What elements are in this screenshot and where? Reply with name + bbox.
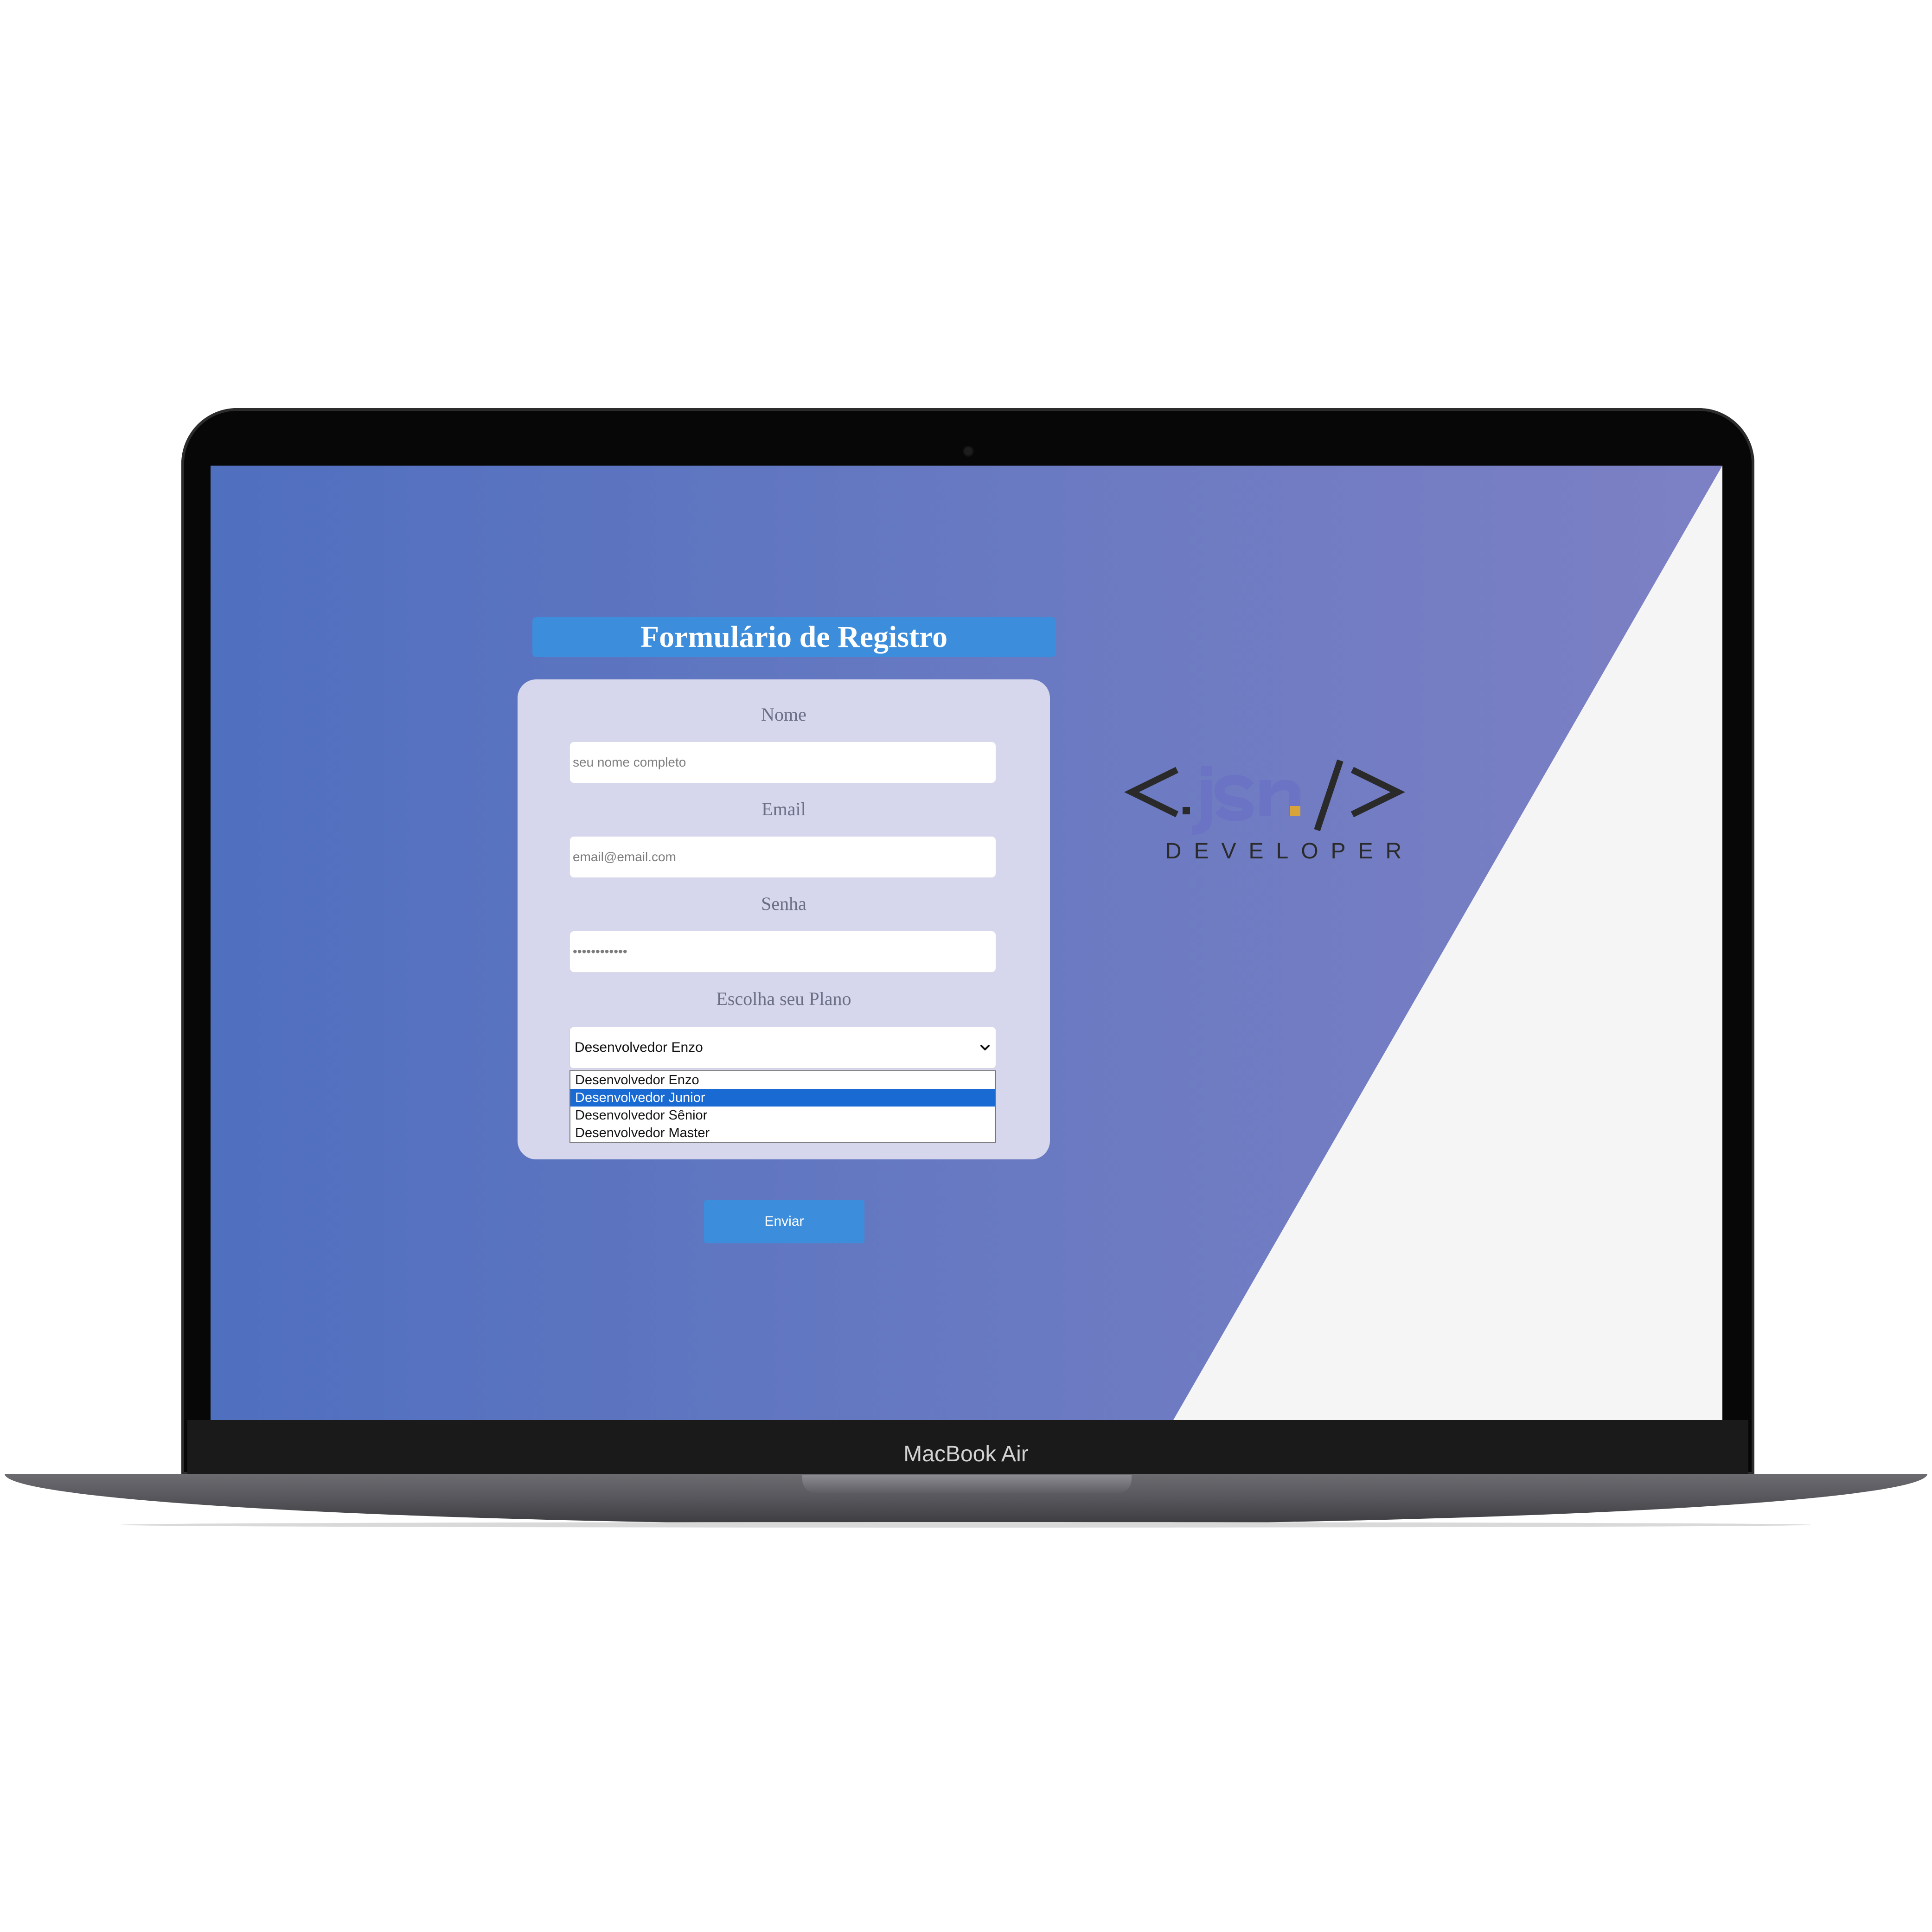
- password-input[interactable]: [569, 931, 996, 972]
- chevron-down-icon: [980, 1045, 990, 1050]
- email-input[interactable]: [569, 836, 996, 878]
- webcam-icon: [964, 447, 972, 455]
- plan-option[interactable]: Desenvolvedor Enzo: [570, 1071, 995, 1089]
- plan-label: Escolha seu Plano: [716, 988, 851, 1009]
- logo-subtitle: DEVELOPER: [1165, 839, 1414, 864]
- name-label: Nome: [761, 704, 806, 725]
- form-title-bar: Formulário de Registro: [532, 617, 1056, 657]
- laptop-shadow: [121, 1522, 1811, 1528]
- email-label: Email: [761, 799, 806, 819]
- plan-select[interactable]: Desenvolvedor Enzo: [569, 1027, 996, 1068]
- plan-option[interactable]: Desenvolvedor Master: [570, 1124, 995, 1142]
- laptop-hinge-notch: [802, 1475, 1132, 1493]
- form-title: Formulário de Registro: [640, 620, 948, 654]
- plan-select-value: Desenvolvedor Enzo: [575, 1040, 703, 1055]
- screen: Formulário de Registro Nome Email Senha …: [211, 466, 1722, 1420]
- plan-option[interactable]: Desenvolvedor Sênior: [570, 1107, 995, 1124]
- password-label: Senha: [761, 893, 806, 914]
- registration-card: Nome Email Senha Escolha seu Plano Desen…: [518, 679, 1050, 1159]
- plan-option-highlighted[interactable]: Desenvolvedor Junior: [570, 1089, 995, 1107]
- submit-button[interactable]: Enviar: [704, 1200, 864, 1243]
- laptop-model-label: MacBook Air: [903, 1442, 1029, 1466]
- plan-dropdown-list: Desenvolvedor Enzo Desenvolvedor Junior …: [569, 1070, 996, 1143]
- name-input[interactable]: [569, 742, 996, 783]
